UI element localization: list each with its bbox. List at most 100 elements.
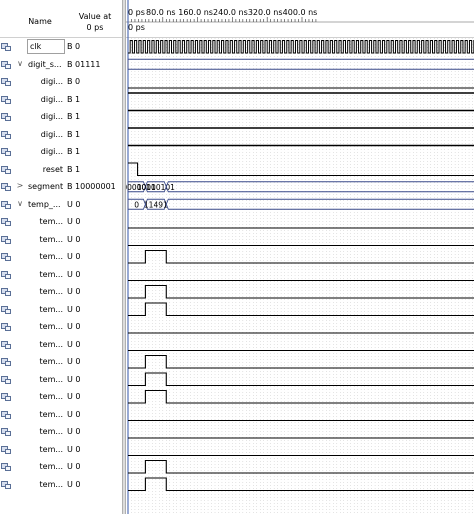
signal-type-icon [1, 480, 11, 489]
pulse-trace [128, 354, 474, 369]
signal-row[interactable]: tem... U 0 [0, 423, 122, 441]
signal-type-icon [1, 77, 11, 86]
signal-row[interactable]: tem... U 0 [0, 231, 122, 249]
signal-value: U 0 [67, 427, 81, 436]
signal-value: U 0 [67, 269, 81, 279]
signal-waveform[interactable]: 1000000110100101 [126, 181, 474, 193]
signal-name: tem... [39, 392, 63, 401]
signal-value: U 0 [67, 392, 81, 401]
signal-row[interactable]: tem... U 0 [0, 266, 122, 284]
value-column-header-line2[interactable]: 0 ps [70, 22, 120, 33]
signal-row[interactable]: tem... U 0 [0, 476, 122, 494]
signal-waveform[interactable] [128, 459, 474, 474]
signal-row[interactable]: digi... B 0 [0, 73, 122, 91]
signal-row[interactable]: tem... U 0 [0, 318, 122, 336]
signal-row[interactable]: tem... U 0 [0, 458, 122, 476]
signal-waveform[interactable] [128, 249, 474, 264]
signal-name: digi... [40, 129, 63, 139]
signal-type-icon [1, 357, 11, 366]
signal-type-icon [1, 270, 11, 279]
signal-type-icon [1, 182, 11, 191]
cursor-time-label: 0 ps [128, 23, 145, 32]
signal-waveform[interactable] [128, 162, 474, 177]
signal-value: U 0 [67, 199, 81, 209]
waveform-panel[interactable]: 0 ps 80.0 ns 160.0 ns 240.0 ns 320.0 ns 400.0… [126, 0, 474, 514]
time-ruler-label: 160.0 ns [178, 8, 213, 17]
signal-row[interactable]: tem... U 0 [0, 441, 122, 459]
value-column-header-line1[interactable]: Value at [70, 11, 120, 22]
signal-row[interactable]: tem... U 0 [0, 353, 122, 371]
signal-type-icon [1, 112, 11, 121]
signal-type-icon [1, 42, 11, 51]
signal-name: digi... [40, 147, 63, 156]
signal-row[interactable]: ∨ temp_... U 0 [0, 196, 122, 214]
bus-value-label: 11491 [144, 200, 168, 209]
signal-name: tem... [39, 427, 63, 436]
pulse-trace [128, 477, 474, 492]
signal-row[interactable]: tem... U 0 [0, 336, 122, 354]
time-ruler-label: 400.0 ns [283, 8, 318, 17]
signal-name: tem... [39, 374, 63, 384]
signal-type-icon [1, 95, 11, 104]
signal-name: tem... [39, 444, 63, 454]
waveform-canvas[interactable]: 0 ps 80.0 ns 160.0 ns 240.0 ns 320.0 ns 400.0… [126, 0, 474, 514]
signal-name: clk [30, 42, 42, 51]
signal-row[interactable]: digi... B 1 [0, 143, 122, 161]
signal-value: B 1 [67, 147, 81, 156]
signal-name: tem... [39, 287, 63, 296]
signal-name: tem... [39, 479, 63, 489]
signal-value: U 0 [67, 234, 81, 244]
signal-waveform[interactable] [128, 284, 474, 299]
pulse-trace [128, 372, 474, 387]
signal-row[interactable]: clk B 0 [0, 38, 122, 56]
signal-row[interactable]: tem... U 0 [0, 406, 122, 424]
signal-row[interactable]: digi... B 1 [0, 91, 122, 109]
collapse-chevron-icon[interactable]: ∨ [16, 199, 24, 209]
collapse-chevron-icon[interactable]: ∨ [16, 59, 24, 69]
signal-type-icon [1, 287, 11, 296]
signal-type-icon [1, 252, 11, 261]
signal-name: tem... [39, 409, 63, 419]
name-column-header[interactable]: Name [26, 16, 54, 27]
signal-value: B 01111 [67, 59, 101, 69]
time-ruler-label: 0 ps [128, 8, 145, 17]
signal-value: U 0 [67, 322, 81, 331]
signal-type-icon [1, 200, 11, 209]
signal-name: digit_s... [28, 59, 62, 69]
signal-row[interactable]: tem... U 0 [0, 371, 122, 389]
signal-row[interactable]: ∨ digit_s... B 01111 [0, 56, 122, 74]
clock-trace [128, 40, 474, 54]
signal-row[interactable]: tem... U 0 [0, 283, 122, 301]
signal-waveform[interactable] [128, 302, 474, 317]
signal-row[interactable]: reset B 1 [0, 161, 122, 179]
signal-row[interactable]: tem... U 0 [0, 248, 122, 266]
signal-row[interactable]: tem... U 0 [0, 388, 122, 406]
signal-row[interactable]: digi... B 1 [0, 126, 122, 144]
signal-value: U 0 [67, 462, 81, 471]
signal-type-icon [1, 235, 11, 244]
signal-value: B 1 [67, 129, 81, 139]
signal-waveform[interactable]: 0 11491 [127, 198, 474, 210]
bus-value-label: 0 [134, 200, 139, 209]
signal-value: B 1 [67, 94, 81, 104]
signal-waveform[interactable] [128, 372, 474, 387]
signal-type-icon [1, 392, 11, 401]
pulse-trace [128, 284, 474, 299]
waveform-viewer: Name Value at 0 ps clk B 0 ∨ digit_s... B 01… [0, 0, 474, 514]
signal-waveform[interactable] [128, 354, 474, 369]
signal-waveform[interactable] [128, 477, 474, 492]
signal-waveform[interactable] [128, 40, 474, 54]
signal-row[interactable]: tem... U 0 [0, 301, 122, 319]
signal-row[interactable]: > segment B 10000001 [0, 178, 122, 196]
signal-value: U 0 [67, 374, 81, 384]
signal-value: U 0 [67, 304, 81, 314]
signal-row[interactable]: tem... U 0 [0, 213, 122, 231]
signal-waveform[interactable] [127, 58, 474, 70]
signal-waveform[interactable] [128, 389, 474, 404]
time-ruler-label: 240.0 ns [213, 8, 248, 17]
expand-chevron-icon[interactable]: > [16, 181, 24, 191]
pulse-trace [128, 249, 474, 264]
signal-name: tem... [39, 234, 63, 244]
signal-row[interactable]: digi... B 1 [0, 108, 122, 126]
signal-list-panel: Name Value at 0 ps clk B 0 ∨ digit_s... B 01… [0, 0, 122, 514]
